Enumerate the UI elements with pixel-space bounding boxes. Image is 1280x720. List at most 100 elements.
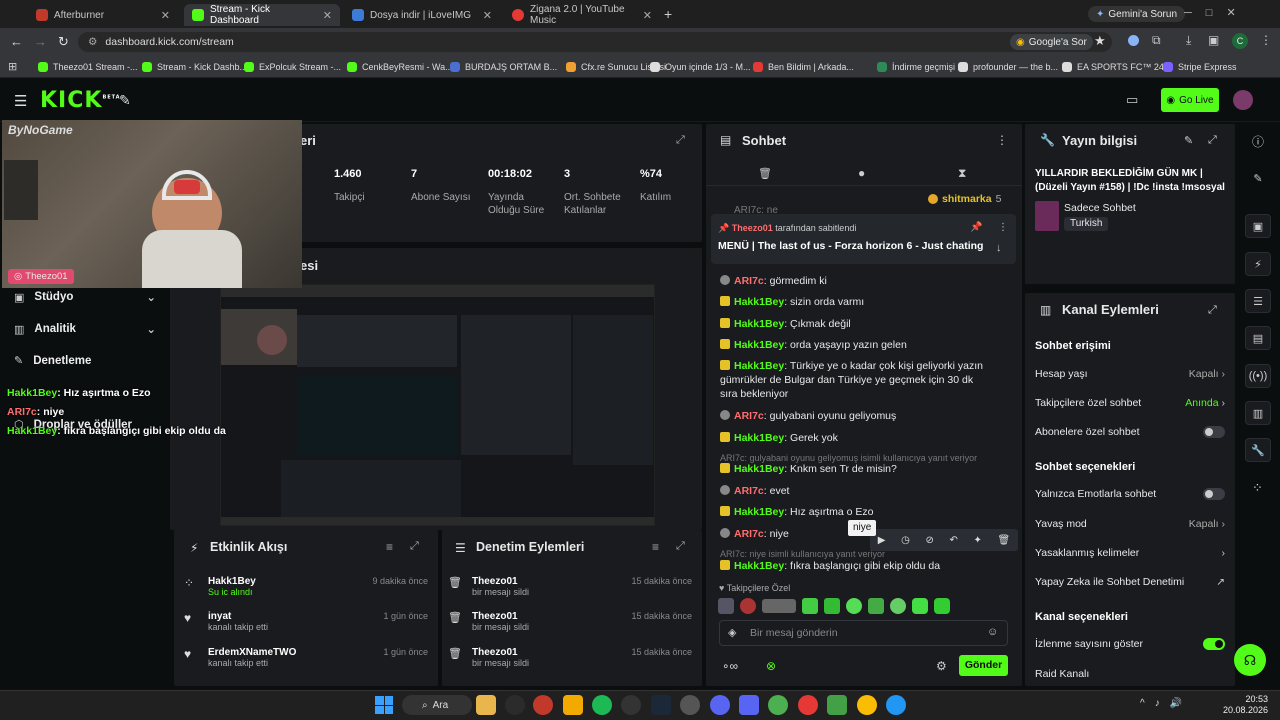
emote-icon[interactable]: [934, 598, 950, 614]
window-controls[interactable]: ─□✕: [1184, 6, 1250, 19]
bookmark-item[interactable]: ExPolcuk Stream -...: [244, 59, 341, 75]
bookmark-star-icon[interactable]: ★: [1094, 33, 1106, 49]
expand-icon[interactable]: ⤢: [1208, 134, 1217, 147]
side-edit-icon[interactable]: ✎: [1245, 166, 1271, 190]
apps-grid-icon[interactable]: ⊞: [8, 60, 17, 73]
moderation-item[interactable]: 🗑 Theezo01 bir mesajı sildi 15 dakika önce: [448, 576, 692, 597]
taskbar-app-icon[interactable]: [476, 695, 496, 715]
filter-icon[interactable]: ≡: [386, 540, 393, 554]
expand-icon[interactable]: ⤢: [676, 540, 685, 553]
chat-message[interactable]: Hakk1Bey: Gerek yok: [720, 431, 990, 445]
account-age-setting[interactable]: Hesap yaşı Kapalı ›: [1035, 368, 1225, 380]
side-list-icon[interactable]: ☰: [1245, 289, 1271, 313]
side-wrench-icon[interactable]: 🔧: [1245, 438, 1271, 462]
taskbar-app-icon[interactable]: [563, 695, 583, 715]
taskbar-app-icon[interactable]: [533, 695, 553, 715]
sidepanel-icon[interactable]: ▣: [1208, 33, 1219, 47]
side-more-icon[interactable]: ⁘: [1252, 480, 1263, 496]
chat-gear-icon[interactable]: ⚙: [936, 659, 947, 673]
stream-preview-video[interactable]: [220, 284, 655, 526]
nav-item-1[interactable]: ▥ Analitik ⌄: [14, 322, 156, 336]
site-info-icon[interactable]: ⚙: [88, 36, 97, 48]
extensions-puzzle-icon[interactable]: ⧉: [1152, 33, 1161, 48]
bookmark-item[interactable]: Ben Bildim | Arkada...: [753, 59, 854, 75]
side-actions-icon[interactable]: ▥: [1245, 401, 1271, 425]
tab-afterburner[interactable]: Afterburner ✕: [28, 4, 178, 26]
activity-item[interactable]: ⁘ Hakk1Bey Su ic alındı 9 dakika önce: [184, 576, 428, 597]
back-icon[interactable]: ←: [10, 34, 23, 49]
chat-message[interactable]: Hakk1Bey: fıkra başlangıçı gibi ekip old…: [720, 559, 990, 573]
tab-youtube-music[interactable]: Zigana 2.0 | YouTube Music ✕: [504, 4, 660, 26]
banned-words-setting[interactable]: Yasaklanmış kelimeler ›: [1035, 547, 1225, 559]
clock[interactable]: 20:53 20.08.2026: [1222, 694, 1268, 716]
bookmark-item[interactable]: profounder — the b...: [958, 59, 1058, 75]
emote-icon[interactable]: [762, 599, 796, 613]
support-headset-icon[interactable]: ☊: [1234, 644, 1266, 676]
send-button[interactable]: Gönder: [959, 655, 1008, 676]
tab-kick-dashboard[interactable]: Stream - Kick Dashboard ✕: [184, 4, 340, 26]
chat-message[interactable]: Hakk1Bey: orda yaşayıp yazın gelen: [720, 338, 990, 352]
taskbar-app-icon[interactable]: [710, 695, 730, 715]
chat-menu-icon[interactable]: ⋮: [996, 133, 1008, 147]
followers-only-setting[interactable]: Takipçilere özel sohbet Anında ›: [1035, 397, 1225, 409]
subs-only-toggle[interactable]: [1203, 426, 1225, 438]
expand-icon[interactable]: ⤢: [676, 134, 685, 147]
bookmark-item[interactable]: Stripe Express: [1163, 59, 1237, 75]
close-tab-icon[interactable]: ✕: [161, 9, 170, 22]
unpin-icon[interactable]: 📌: [970, 222, 982, 233]
moderation-item[interactable]: 🗑 Theezo01 bir mesajı sildi 15 dakika önce: [448, 611, 692, 632]
emote-icon[interactable]: [890, 598, 906, 614]
side-broadcast-icon[interactable]: ((•)): [1245, 364, 1271, 388]
close-tab-icon[interactable]: ✕: [643, 9, 652, 22]
trash-icon[interactable]: 🗑: [758, 167, 772, 180]
theater-mode-icon[interactable]: ▭: [1126, 92, 1138, 108]
chat-settings-icon[interactable]: ●: [858, 166, 865, 180]
chat-message[interactable]: ARI7c: gulyabani oyunu geliyomuş: [720, 409, 990, 423]
kick-logo[interactable]: KICKBETA: [40, 88, 121, 113]
forward-icon[interactable]: →: [34, 34, 47, 49]
reload-icon[interactable]: ↻: [58, 34, 69, 50]
extension-icon[interactable]: [1128, 35, 1139, 46]
emote-icon[interactable]: [824, 598, 840, 614]
emote-icon[interactable]: [868, 598, 884, 614]
delete-icon[interactable]: 🗑: [997, 535, 1010, 546]
taskbar-app-icon[interactable]: [505, 695, 525, 715]
taskbar-app-icon[interactable]: [680, 695, 700, 715]
windows-start-icon[interactable]: [375, 696, 393, 714]
taskbar-search[interactable]: ⌕ Ara: [402, 695, 472, 715]
taskbar-app-icon[interactable]: [798, 695, 818, 715]
browser-menu-icon[interactable]: ⋮: [1260, 33, 1272, 47]
taskbar-app-icon[interactable]: [592, 695, 612, 715]
pin-tool-icon[interactable]: ✎: [119, 92, 131, 109]
activity-item[interactable]: ♥ ErdemXNameTWO kanalı takip etti 1 gün önc…: [184, 647, 428, 668]
activity-item[interactable]: ♥ inyat kanalı takip etti 1 gün önce: [184, 611, 428, 632]
edit-icon[interactable]: ✎: [1184, 134, 1193, 147]
side-lightning-icon[interactable]: ⚡: [1245, 252, 1271, 276]
emotes-only-toggle[interactable]: [1203, 488, 1225, 500]
bookmark-item[interactable]: İndirme geçmişi: [877, 59, 955, 75]
moderation-item[interactable]: 🗑 Theezo01 bir mesajı sildi 15 dakika önce: [448, 647, 692, 668]
ai-moderation-setting[interactable]: Yapay Zeka ile Sohbet Denetimi ↗: [1035, 576, 1225, 588]
taskbar-app-icon[interactable]: [621, 695, 641, 715]
emote-icon[interactable]: [802, 598, 818, 614]
bookmark-item[interactable]: BURDAJŞ ORTAM B...: [450, 59, 557, 75]
user-avatar[interactable]: [1233, 90, 1253, 110]
bookmark-item[interactable]: Theezo01 Stream -...: [38, 59, 138, 75]
taskbar-app-icon[interactable]: [768, 695, 788, 715]
chat-message[interactable]: Hakk1Bey: Çıkmak değil: [720, 317, 990, 331]
bookmark-item[interactable]: CenkBeyResmi - Wa...: [347, 59, 453, 75]
emote-icon[interactable]: [912, 598, 928, 614]
bookmark-item[interactable]: EA SPORTS FC™ 24...: [1062, 59, 1171, 75]
info-icon[interactable]: ⓘ: [1252, 133, 1264, 150]
emote-icon[interactable]: [718, 598, 734, 614]
kick-coin-icon[interactable]: ⊗: [766, 659, 776, 673]
bookmark-item[interactable]: Stream - Kick Dashb...: [142, 59, 247, 75]
top-gifter[interactable]: shitmarka 5: [928, 193, 1001, 205]
expand-icon[interactable]: ⤢: [410, 540, 419, 553]
chat-message[interactable]: ARI7c: evet: [720, 484, 990, 498]
emote-icon[interactable]: [846, 598, 862, 614]
chat-message[interactable]: ARI7c: niye: [720, 527, 990, 541]
close-tab-icon[interactable]: ✕: [323, 9, 332, 22]
side-layout-icon[interactable]: ▣: [1245, 214, 1271, 238]
nav-item-2[interactable]: ✎ Denetleme: [14, 354, 156, 368]
